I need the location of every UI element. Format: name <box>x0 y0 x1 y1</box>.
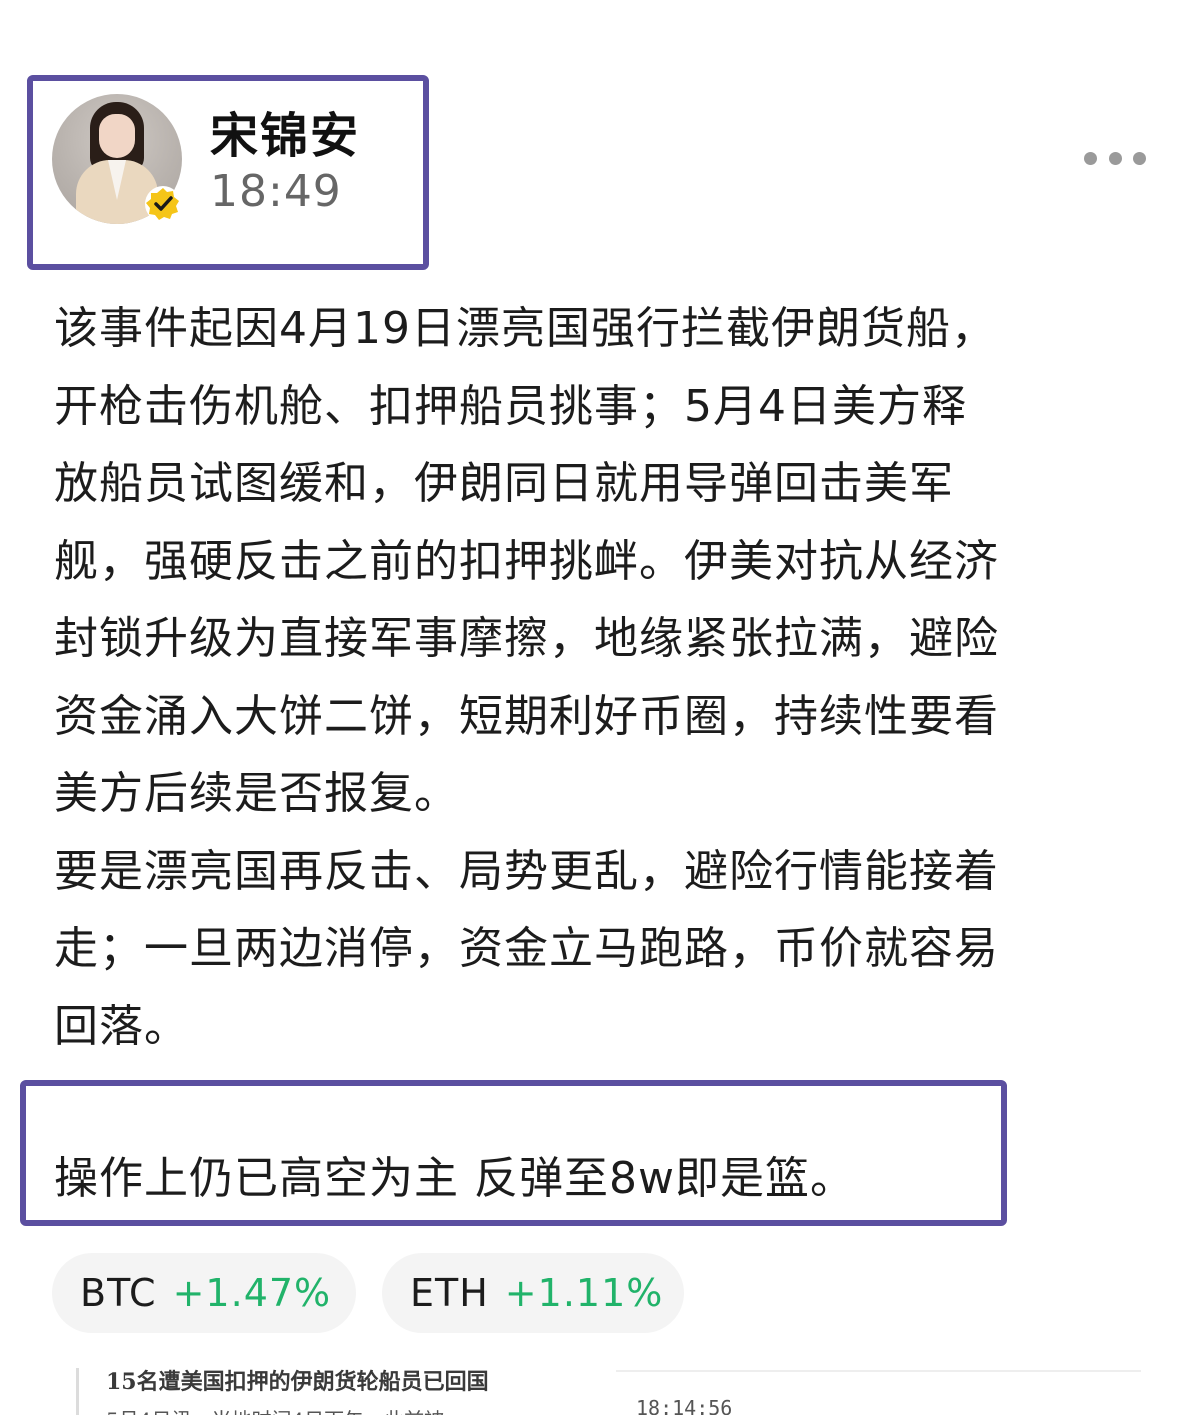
ticker-symbol: ETH <box>410 1271 489 1315</box>
post-text: 该事件起因4月19日漂亮国强行拦截伊朗货船， 开枪击伤机舱、扣押船员挑事；5月4… <box>54 290 1150 1065</box>
ticker-change: +1.11% <box>504 1271 664 1315</box>
more-options-icon[interactable] <box>1084 150 1146 166</box>
ticker-chip-btc[interactable]: BTC +1.47% <box>52 1253 356 1333</box>
preview-rule <box>616 1370 1141 1372</box>
preview-time: 18:14:56 <box>636 1396 733 1415</box>
ticker-change: +1.47% <box>172 1271 332 1315</box>
preview-divider <box>76 1368 79 1415</box>
ticker-chip-eth[interactable]: ETH +1.11% <box>382 1253 684 1333</box>
post-paragraph: 该事件起因4月19日漂亮国强行拦截伊朗货船， 开枪击伤机舱、扣押船员挑事；5月4… <box>54 303 999 819</box>
verified-badge-icon <box>145 186 181 222</box>
image-preview[interactable]: 15名遭美国扣押的伊朗货轮船员已回国 5月4日讯，当地时间4日下午，此前被 18… <box>76 1358 1141 1415</box>
preview-subtitle: 5月4日讯，当地时间4日下午，此前被 <box>106 1404 444 1415</box>
author-name[interactable]: 宋锦安 <box>210 96 360 166</box>
ticker-symbol: BTC <box>80 1271 157 1315</box>
post-paragraph: 要是漂亮国再反击、局势更乱，避险行情能接着 走；一旦两边消停，资金立马跑路，币价… <box>54 845 999 1052</box>
preview-title: 15名遭美国扣押的伊朗货轮船员已回国 <box>106 1369 489 1395</box>
post-time: 18:49 <box>210 166 342 217</box>
callout-text: 操作上仍已高空为主 反弹至8w即是篮。 <box>54 1153 855 1204</box>
